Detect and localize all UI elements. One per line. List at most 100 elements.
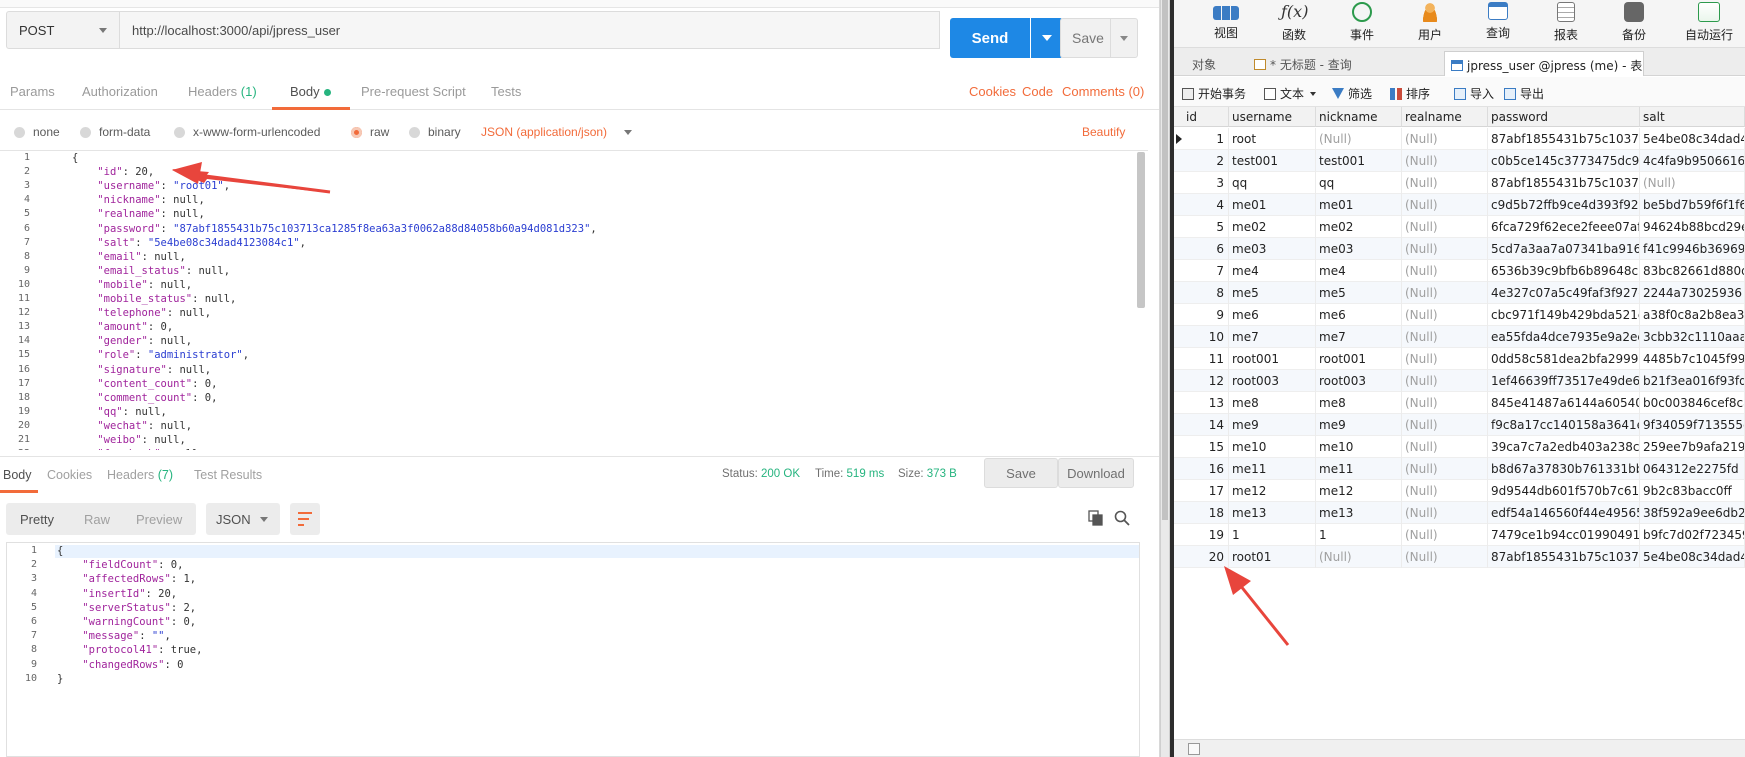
cell-password[interactable]: f9c8a17cc140158a3641e0 xyxy=(1488,414,1640,436)
cell-realname[interactable]: (Null) xyxy=(1402,480,1488,502)
cell-password[interactable]: ea55fda4dce7935e9a2ec xyxy=(1488,326,1640,348)
cell-realname[interactable]: (Null) xyxy=(1402,524,1488,546)
cell-salt[interactable]: a38f0c8a2b8ea33 xyxy=(1640,304,1745,326)
cell-password[interactable]: cbc971f149b429bda521c xyxy=(1488,304,1640,326)
tab-jpress-user-table[interactable]: jpress_user @jpress (me) - 表 xyxy=(1444,51,1644,76)
url-input[interactable]: http://localhost:3000/api/jpress_user xyxy=(120,11,940,49)
cell-salt[interactable]: 9b2c83bacc0ff xyxy=(1640,480,1745,502)
cell-salt[interactable]: b21f3ea016f93fdc xyxy=(1640,370,1745,392)
cell-id[interactable]: 12 xyxy=(1174,370,1229,392)
cell-salt[interactable]: be5bd7b59f6f1f6b xyxy=(1640,194,1745,216)
cell-salt[interactable]: 5e4be08c34dad41 xyxy=(1640,546,1745,568)
table-row[interactable]: 12 root003 root003 (Null) 1ef46639ff73517e49… xyxy=(1174,370,1745,392)
cell-password[interactable]: 6536b39c9bfb6b89648c6 xyxy=(1488,260,1640,282)
cell-username[interactable]: test001 xyxy=(1229,150,1316,172)
comments-link[interactable]: Comments (0) xyxy=(1062,84,1144,99)
cell-nickname[interactable]: me8 xyxy=(1316,392,1402,414)
cell-id[interactable]: 2 xyxy=(1174,150,1229,172)
table-row[interactable]: 6 me03 me03 (Null) 5cd7a3aa7a07341ba916c f41c… xyxy=(1174,238,1745,260)
table-row[interactable]: 20 root01 (Null) (Null) 87abf1855431b75c1037… xyxy=(1174,546,1745,568)
send-options-dropdown[interactable] xyxy=(1031,18,1063,58)
toolbar-function[interactable]: ƒ(x) 函数 xyxy=(1264,0,1324,48)
cell-id[interactable]: 3 xyxy=(1174,172,1229,194)
cell-realname[interactable]: (Null) xyxy=(1402,546,1488,568)
tab-headers[interactable]: Headers (1) xyxy=(188,84,257,99)
download-button[interactable]: Download xyxy=(1058,458,1134,488)
cell-username[interactable]: root001 xyxy=(1229,348,1316,370)
import-button[interactable]: 导入 xyxy=(1454,85,1494,102)
wrap-lines-button[interactable] xyxy=(290,503,320,535)
table-row[interactable]: 10 me7 me7 (Null) ea55fda4dce7935e9a2ec 3cbb3… xyxy=(1174,326,1745,348)
cell-password[interactable]: 9d9544db601f570b7c614 xyxy=(1488,480,1640,502)
cell-password[interactable]: c9d5b72ffb9ce4d393f925 xyxy=(1488,194,1640,216)
tab-params[interactable]: Params xyxy=(10,84,55,99)
cell-password[interactable]: 87abf1855431b75c10371 xyxy=(1488,172,1640,194)
send-button[interactable]: Send xyxy=(950,18,1030,58)
cell-username[interactable]: me6 xyxy=(1229,304,1316,326)
cell-salt[interactable]: 38f592a9ee6db28 xyxy=(1640,502,1745,524)
toolbar-report[interactable]: 报表 xyxy=(1536,0,1596,48)
cell-realname[interactable]: (Null) xyxy=(1402,458,1488,480)
cell-password[interactable]: 87abf1855431b75c10371 xyxy=(1488,546,1640,568)
cell-nickname[interactable]: me13 xyxy=(1316,502,1402,524)
cell-nickname[interactable]: me03 xyxy=(1316,238,1402,260)
cell-username[interactable]: me9 xyxy=(1229,414,1316,436)
beautify-button[interactable]: Beautify xyxy=(1082,125,1125,139)
cell-password[interactable]: 7479ce1b94cc01990491a xyxy=(1488,524,1640,546)
export-button[interactable]: 导出 xyxy=(1504,85,1544,102)
cell-username[interactable]: me01 xyxy=(1229,194,1316,216)
request-body-editor[interactable]: 1 {2 "id": 20, 3 "username": "root01", 4 "n… xyxy=(0,150,1148,450)
table-row[interactable]: 7 me4 me4 (Null) 6536b39c9bfb6b89648c6 83bc82… xyxy=(1174,260,1745,282)
cell-username[interactable]: me03 xyxy=(1229,238,1316,260)
cell-id[interactable]: 1 xyxy=(1174,128,1229,150)
tab-pre-request-script[interactable]: Pre-request Script xyxy=(361,84,466,99)
cell-realname[interactable]: (Null) xyxy=(1402,392,1488,414)
cell-username[interactable]: me8 xyxy=(1229,392,1316,414)
cell-username[interactable]: me02 xyxy=(1229,216,1316,238)
cell-nickname[interactable]: root001 xyxy=(1316,348,1402,370)
table-row[interactable]: 1 root (Null) (Null) 87abf1855431b75c10371 5e… xyxy=(1174,128,1745,150)
cell-password[interactable]: 6fca729f62ece2feee07af9 xyxy=(1488,216,1640,238)
table-row[interactable]: 8 me5 me5 (Null) 4e327c07a5c49faf3f927d 2244a… xyxy=(1174,282,1745,304)
toolbar-backup[interactable]: 备份 xyxy=(1604,0,1664,48)
begin-transaction-button[interactable]: 开始事务 xyxy=(1182,85,1246,102)
format-select[interactable]: JSON xyxy=(206,503,280,535)
horizontal-scrollbar[interactable] xyxy=(1174,739,1745,757)
cell-realname[interactable]: (Null) xyxy=(1402,304,1488,326)
cell-id[interactable]: 9 xyxy=(1174,304,1229,326)
tab-untitled-query[interactable]: * 无标题 - 查询 xyxy=(1250,51,1442,76)
view-preview[interactable]: Preview xyxy=(136,512,182,527)
cell-nickname[interactable]: qq xyxy=(1316,172,1402,194)
cell-realname[interactable]: (Null) xyxy=(1402,216,1488,238)
cell-salt[interactable]: 4c4fa9b9506616f7 xyxy=(1640,150,1745,172)
cell-id[interactable]: 15 xyxy=(1174,436,1229,458)
cell-salt[interactable]: 3cbb32c1110aaa5 xyxy=(1640,326,1745,348)
content-type-select[interactable]: JSON (application/json) xyxy=(481,125,607,139)
radio-raw[interactable]: raw xyxy=(351,125,389,139)
cell-realname[interactable]: (Null) xyxy=(1402,194,1488,216)
table-row[interactable]: 3 qq qq (Null) 87abf1855431b75c10371 (Null) xyxy=(1174,172,1745,194)
cell-username[interactable]: me4 xyxy=(1229,260,1316,282)
cell-id[interactable]: 10 xyxy=(1174,326,1229,348)
cell-salt[interactable]: 2244a73025936 xyxy=(1640,282,1745,304)
resp-tab-headers[interactable]: Headers (7) xyxy=(107,468,173,482)
filter-button[interactable]: 筛选 xyxy=(1332,85,1372,102)
cell-nickname[interactable]: (Null) xyxy=(1316,546,1402,568)
cell-username[interactable]: me13 xyxy=(1229,502,1316,524)
cell-id[interactable]: 5 xyxy=(1174,216,1229,238)
search-icon[interactable] xyxy=(1114,510,1130,526)
cell-id[interactable]: 11 xyxy=(1174,348,1229,370)
cell-salt[interactable]: b9fc7d02f7234596 xyxy=(1640,524,1745,546)
cell-username[interactable]: 1 xyxy=(1229,524,1316,546)
cell-nickname[interactable]: me02 xyxy=(1316,216,1402,238)
view-pretty[interactable]: Pretty xyxy=(20,512,54,527)
cell-salt[interactable]: (Null) xyxy=(1640,172,1745,194)
cell-realname[interactable]: (Null) xyxy=(1402,150,1488,172)
cell-salt[interactable]: 94624b88bcd29e7 xyxy=(1640,216,1745,238)
table-row[interactable]: 16 me11 me11 (Null) b8d67a37830b761331bb 0643… xyxy=(1174,458,1745,480)
column-header-id[interactable]: id xyxy=(1174,107,1229,127)
cell-realname[interactable]: (Null) xyxy=(1402,326,1488,348)
cell-nickname[interactable]: me7 xyxy=(1316,326,1402,348)
cell-id[interactable]: 4 xyxy=(1174,194,1229,216)
copy-icon[interactable] xyxy=(1088,510,1104,526)
